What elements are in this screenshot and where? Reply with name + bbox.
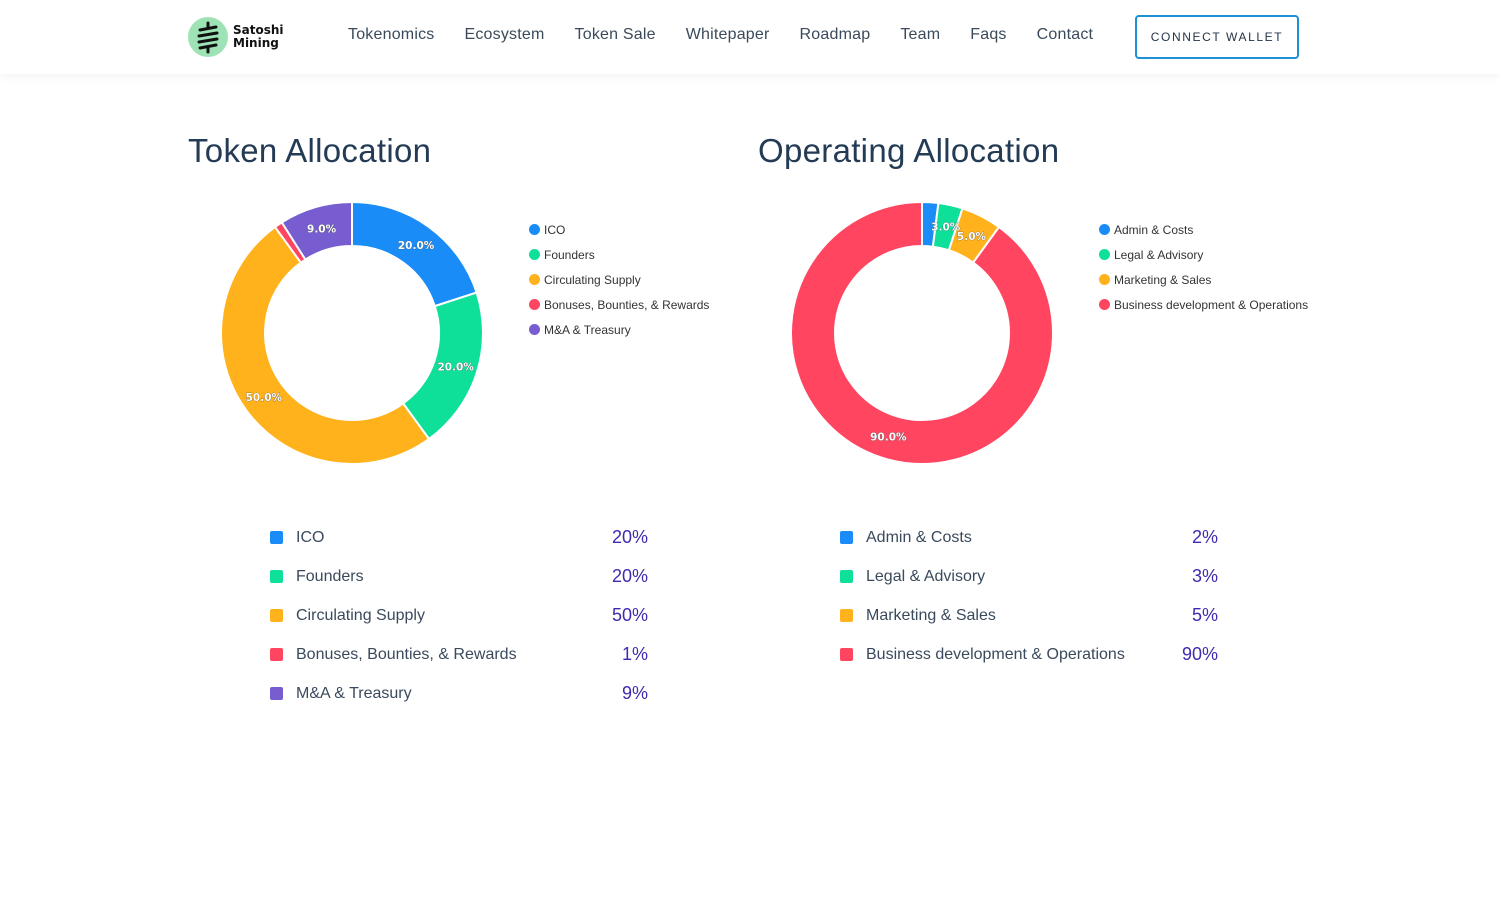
color-swatch bbox=[270, 570, 283, 583]
legend-label: Bonuses, Bounties, & Rewards bbox=[544, 297, 710, 312]
legend-label: M&A & Treasury bbox=[544, 322, 631, 337]
legend-label: Founders bbox=[544, 247, 595, 262]
color-swatch bbox=[270, 687, 283, 700]
allocation-label: Founders bbox=[296, 567, 364, 585]
slice-data-label: 50.0% bbox=[246, 392, 283, 404]
token-allocation-title: Token Allocation bbox=[188, 132, 432, 169]
nav-whitepaper[interactable]: Whitepaper bbox=[686, 26, 770, 48]
allocation-value: 20% bbox=[611, 566, 648, 586]
allocation-value: 20% bbox=[611, 527, 648, 547]
legend-marker bbox=[529, 299, 540, 310]
allocation-value: 3% bbox=[1191, 566, 1218, 586]
legend-marker bbox=[1099, 274, 1110, 285]
donut-slice[interactable] bbox=[220, 225, 431, 465]
allocation-row: Business development & Operations 90% bbox=[840, 635, 1218, 674]
allocation-row: Founders 20% bbox=[270, 557, 648, 596]
nav-faqs[interactable]: Faqs bbox=[970, 26, 1006, 48]
legend-marker bbox=[529, 324, 540, 335]
satoshi-mining-logo-icon bbox=[188, 17, 228, 57]
nav-team[interactable]: Team bbox=[900, 26, 940, 48]
allocation-value: 9% bbox=[621, 683, 648, 703]
color-swatch bbox=[840, 609, 853, 622]
legend-marker bbox=[1099, 299, 1110, 310]
legend-item[interactable]: Bonuses, Bounties, & Rewards bbox=[529, 292, 709, 317]
color-swatch bbox=[840, 531, 853, 544]
legend-label: Admin & Costs bbox=[1114, 222, 1194, 237]
allocation-row: ICO 20% bbox=[270, 518, 648, 557]
allocation-row: Marketing & Sales 5% bbox=[840, 596, 1218, 635]
color-swatch bbox=[270, 648, 283, 661]
logo[interactable]: Satoshi Mining bbox=[188, 16, 284, 58]
legend-item[interactable]: M&A & Treasury bbox=[529, 317, 709, 342]
allocation-label: Circulating Supply bbox=[296, 606, 425, 624]
nav-tokenomics[interactable]: Tokenomics bbox=[348, 26, 434, 48]
allocation-value: 2% bbox=[1191, 527, 1218, 547]
allocation-label: Marketing & Sales bbox=[866, 606, 996, 624]
legend-item[interactable]: Circulating Supply bbox=[529, 267, 709, 292]
donut-slice[interactable] bbox=[351, 200, 478, 308]
legend-item[interactable]: Marketing & Sales bbox=[1099, 267, 1308, 292]
allocation-row: Circulating Supply 50% bbox=[270, 596, 648, 635]
allocation-value: 50% bbox=[611, 605, 648, 625]
nav-roadmap[interactable]: Roadmap bbox=[800, 26, 871, 48]
operating-allocation-table: Admin & Costs 2% Legal & Advisory 3% Mar… bbox=[840, 518, 1218, 674]
slice-data-label: 20.0% bbox=[437, 362, 474, 374]
operating-allocation-legend: Admin & Costs Legal & Advisory Marketing… bbox=[1099, 217, 1308, 317]
allocation-row: Legal & Advisory 3% bbox=[840, 557, 1218, 596]
color-swatch bbox=[270, 609, 283, 622]
token-allocation-legend: ICO Founders Circulating Supply Bonuses,… bbox=[529, 217, 709, 342]
legend-label: Marketing & Sales bbox=[1114, 272, 1212, 287]
allocation-label: Admin & Costs bbox=[866, 528, 972, 546]
operating-allocation-title: Operating Allocation bbox=[758, 132, 1060, 169]
allocation-label: ICO bbox=[296, 528, 325, 546]
nav-ecosystem[interactable]: Ecosystem bbox=[464, 26, 544, 48]
allocation-value: 90% bbox=[1181, 644, 1218, 664]
allocation-label: Legal & Advisory bbox=[866, 567, 986, 585]
legend-label: Legal & Advisory bbox=[1114, 247, 1204, 262]
legend-marker bbox=[529, 249, 540, 260]
legend-item[interactable]: Business development & Operations bbox=[1099, 292, 1308, 317]
token-allocation-table: ICO 20% Founders 20% Circulating Supply … bbox=[270, 518, 648, 713]
donut-slice[interactable] bbox=[790, 200, 1054, 465]
allocation-label: Bonuses, Bounties, & Rewards bbox=[296, 645, 517, 663]
allocation-value: 5% bbox=[1191, 605, 1218, 625]
legend-item[interactable]: ICO bbox=[529, 217, 709, 242]
operating-allocation-donut-chart: 3.0%5.0%90.0% bbox=[790, 200, 1054, 465]
allocation-row: Bonuses, Bounties, & Rewards 1% bbox=[270, 635, 648, 674]
token-allocation-donut-chart: 20.0% 20.0% 50.0% 9.0% bbox=[220, 200, 484, 465]
legend-marker bbox=[1099, 249, 1110, 260]
slice-data-label: 20.0% bbox=[398, 240, 435, 252]
slice-data-label: 90.0% bbox=[870, 432, 907, 444]
color-swatch bbox=[840, 648, 853, 661]
connect-wallet-button[interactable]: CONNECT WALLET bbox=[1135, 15, 1299, 59]
legend-item[interactable]: Admin & Costs bbox=[1099, 217, 1308, 242]
allocation-row: Admin & Costs 2% bbox=[840, 518, 1218, 557]
legend-marker bbox=[1099, 224, 1110, 235]
color-swatch bbox=[840, 570, 853, 583]
allocation-label: M&A & Treasury bbox=[296, 684, 412, 702]
nav-contact[interactable]: Contact bbox=[1037, 26, 1094, 48]
color-swatch bbox=[270, 531, 283, 544]
legend-label: ICO bbox=[544, 222, 566, 237]
legend-item[interactable]: Legal & Advisory bbox=[1099, 242, 1308, 267]
slice-data-label: 5.0% bbox=[957, 231, 987, 243]
main-nav: Tokenomics Ecosystem Token Sale Whitepap… bbox=[348, 26, 1123, 48]
legend-item[interactable]: Founders bbox=[529, 242, 709, 267]
logo-line-2: Mining bbox=[233, 36, 279, 50]
site-header: Satoshi Mining Tokenomics Ecosystem Toke… bbox=[0, 0, 1500, 74]
allocation-value: 1% bbox=[621, 644, 648, 664]
slice-data-label: 9.0% bbox=[307, 223, 337, 235]
legend-marker bbox=[529, 224, 540, 235]
logo-text: Satoshi Mining bbox=[233, 24, 284, 50]
legend-label: Circulating Supply bbox=[544, 272, 641, 287]
legend-label: Business development & Operations bbox=[1114, 297, 1309, 312]
allocation-row: M&A & Treasury 9% bbox=[270, 674, 648, 713]
nav-token-sale[interactable]: Token Sale bbox=[575, 26, 656, 48]
allocation-label: Business development & Operations bbox=[866, 645, 1125, 663]
legend-marker bbox=[529, 274, 540, 285]
